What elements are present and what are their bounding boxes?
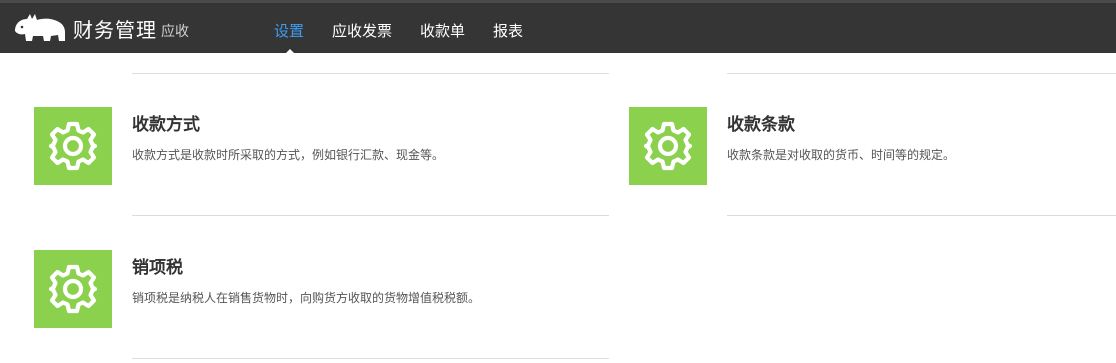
card-icon-tile — [34, 250, 112, 328]
card-icon-tile — [34, 107, 112, 185]
card-description: 销项税是纳税人在销售货物时，向购货方收取的货物增值税税额。 — [132, 291, 481, 305]
card-title: 收款方式 — [132, 115, 200, 135]
card-title: 销项税 — [132, 258, 183, 278]
settings-card-payment-terms[interactable]: 收款条款 收款条款是对收取的货币、时间等的规定。 — [629, 107, 1109, 185]
divider — [727, 73, 1116, 74]
divider — [132, 73, 609, 74]
nav-tab-reports[interactable]: 报表 — [479, 3, 537, 53]
divider — [132, 358, 609, 359]
app-title: 财务管理 — [73, 17, 157, 42]
divider — [132, 215, 609, 216]
gear-icon — [643, 121, 693, 171]
nav-tab-receipts[interactable]: 收款单 — [406, 3, 479, 53]
card-description: 收款条款是对收取的货币、时间等的规定。 — [727, 148, 956, 162]
top-navbar: 财务管理 应收 设置 应收发票 收款单 报表 — [0, 0, 1116, 56]
app-subtitle: 应收 — [161, 24, 189, 40]
nav-tab-settings[interactable]: 设置 — [260, 3, 318, 53]
settings-card-payment-methods[interactable]: 收款方式 收款方式是收款时所采取的方式，例如银行汇款、现金等。 — [34, 107, 594, 185]
active-tab-caret — [283, 49, 297, 56]
main-nav: 设置 应收发票 收款单 报表 — [260, 3, 537, 53]
brand[interactable]: 财务管理 应收 — [13, 10, 189, 46]
card-description: 收款方式是收款时所采取的方式，例如银行汇款、现金等。 — [132, 148, 445, 162]
gear-icon — [48, 264, 98, 314]
settings-card-output-tax[interactable]: 销项税 销项税是纳税人在销售货物时，向购货方收取的货物增值税税额。 — [34, 250, 594, 328]
rhino-logo-icon — [15, 14, 65, 41]
card-icon-tile — [629, 107, 707, 185]
card-title: 收款条款 — [727, 115, 795, 135]
nav-tab-receivable-invoices[interactable]: 应收发票 — [318, 3, 406, 53]
gear-icon — [48, 121, 98, 171]
divider — [727, 215, 1116, 216]
